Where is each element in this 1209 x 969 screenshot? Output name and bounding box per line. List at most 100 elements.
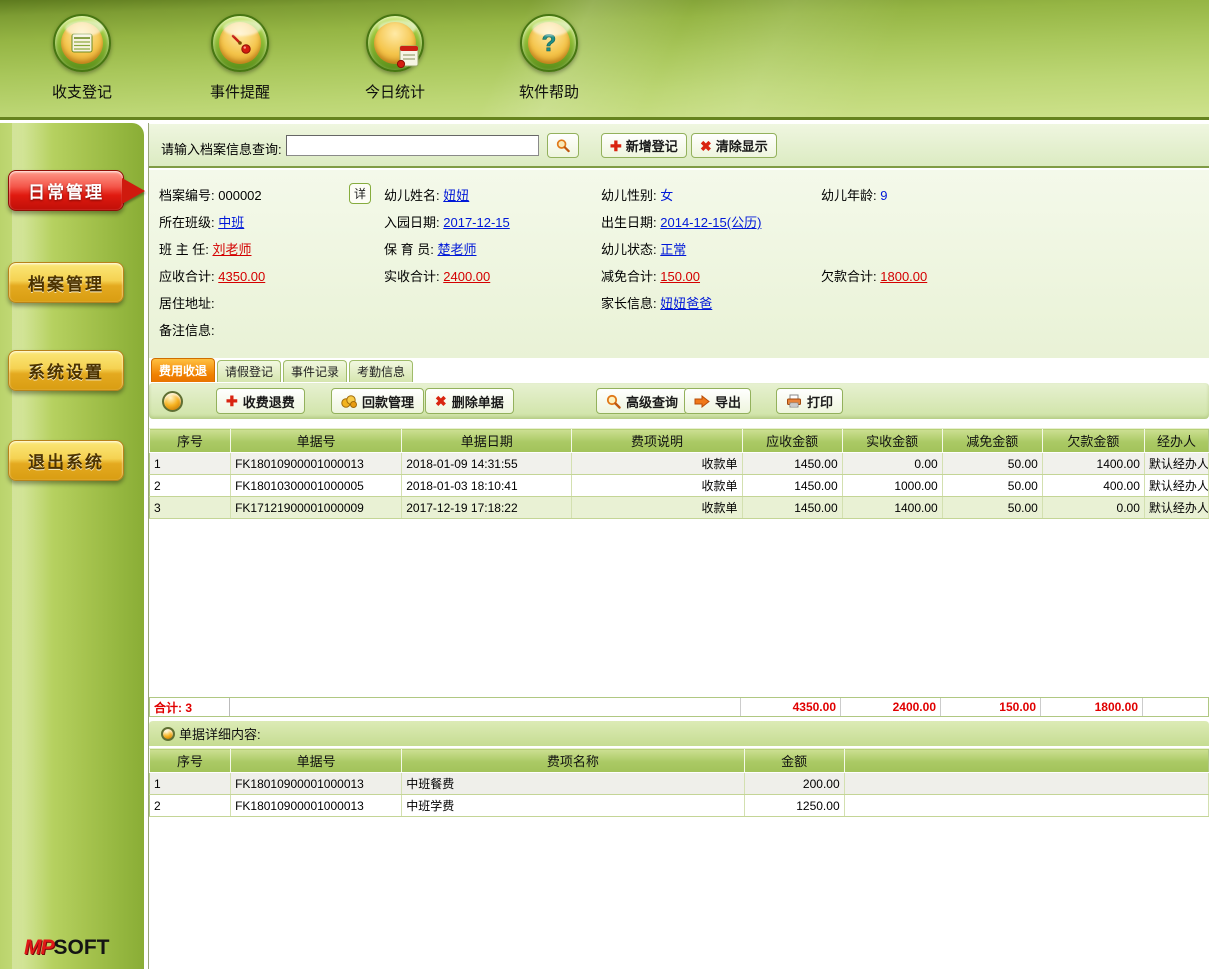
head-teacher-link[interactable]: 刘老师 [212,242,251,257]
gender-field: 幼儿性别: 女 [601,185,673,204]
top-banner: 收支登记 事件提醒 [0,0,1209,120]
sidebar-item-archive-management[interactable]: 档案管理 [8,262,124,303]
totals-row: 合计: 3 4350.00 2400.00 150.00 1800.00 [149,697,1209,717]
calendar-icon [366,14,424,72]
coins-icon [341,394,357,408]
sidebar-item-label: 档案管理 [28,270,104,295]
ledger-icon [70,33,94,53]
birth-date-link[interactable]: 2014-12-15(公历) [660,215,761,230]
total-debt: 1800.00 [1040,698,1142,716]
col-header-receipt-no[interactable]: 单据号 [231,429,402,453]
enroll-date-link[interactable]: 2017-12-15 [443,215,510,230]
delete-x-icon: ✖ [435,394,447,408]
head-teacher-field: 班 主 任: 刘老师 [159,239,251,258]
fee-table-header-row: 序号 单据号 单据日期 费项说明 应收金额 实收金额 减免金额 欠款金额 经办人 [150,429,1209,453]
tab-fee-records[interactable]: 费用收退 [151,358,215,382]
search-icon [606,394,621,409]
fee-table-row[interactable]: 1 FK18010900001000013 2018-01-09 14:31:5… [150,453,1209,475]
fee-table: 序号 单据号 单据日期 费项说明 应收金额 实收金额 减免金额 欠款金额 经办人… [149,428,1209,519]
receivable-total-field: 应收合计: 4350.00 [159,266,265,285]
parent-info-link[interactable]: 妞妞爸爸 [660,296,712,311]
calendar-icon [392,40,422,70]
search-label: 请输入档案信息查询: [161,139,282,158]
banner-item-event-reminder[interactable]: 事件提醒 [202,14,278,102]
age-field: 幼儿年龄: 9 [821,185,887,204]
payment-manage-button[interactable]: 回款管理 [331,388,424,414]
note-field: 备注信息: [159,320,215,339]
tab-attendance[interactable]: 考勤信息 [349,360,413,382]
nurse-link[interactable]: 楚老师 [437,242,476,257]
banner-item-label: 收支登记 [44,81,120,102]
col-header-index[interactable]: 序号 [150,429,231,453]
collapse-toggle-icon[interactable] [162,391,183,412]
col-header-waived[interactable]: 减免金额 [942,429,1042,453]
detail-button[interactable]: 详 [349,183,371,204]
help-icon: ? [537,29,561,57]
fee-table-row[interactable]: 3 FK17121900001000009 2017-12-19 17:18:2… [150,497,1209,519]
received-total-link[interactable]: 2400.00 [443,269,490,284]
archive-no-field: 档案编号: 000002 [159,185,262,204]
receivable-total-link[interactable]: 4350.00 [218,269,265,284]
banner-item-help[interactable]: ? 软件帮助 [511,14,587,102]
col-header-amount[interactable]: 金额 [744,749,844,773]
search-icon [556,138,570,153]
clear-display-button[interactable]: ✖ 清除显示 [691,133,777,158]
col-header-operator[interactable]: 经办人 [1144,429,1208,453]
new-register-button[interactable]: ✚ 新增登记 [601,133,687,158]
tab-leave-register[interactable]: 请假登记 [217,360,281,382]
detail-table-row[interactable]: 1 FK18010900001000013 中班餐费 200.00 [150,773,1209,795]
enroll-date-field: 入园日期: 2017-12-15 [384,212,510,231]
section-title: 单据详细内容: [179,724,261,743]
totals-count: 合计: 3 [150,698,230,716]
parent-info-field: 家长信息: 妞妞爸爸 [601,293,712,312]
banner-item-label: 软件帮助 [511,81,587,102]
received-total-field: 实收合计: 2400.00 [384,266,490,285]
col-header-received[interactable]: 实收金额 [842,429,942,453]
col-header-receipt-date[interactable]: 单据日期 [402,429,572,453]
help-icon: ? [520,14,578,72]
col-header-debt[interactable]: 欠款金额 [1042,429,1144,453]
advanced-query-button[interactable]: 高级查询 [596,388,688,414]
waived-total-link[interactable]: 150.00 [660,269,700,284]
child-profile-panel: 档案编号: 000002 详 幼儿姓名: 妞妞 幼儿性别: 女 幼儿年龄: 9 … [149,170,1209,358]
receipt-detail-table: 序号 单据号 费项名称 金额 1 FK18010900001000013 中班餐… [149,748,1209,817]
collapse-toggle-icon[interactable] [161,727,175,741]
col-header-index[interactable]: 序号 [150,749,231,773]
col-header-fee-name[interactable]: 费项名称 [402,749,744,773]
col-header-fee-desc[interactable]: 费项说明 [572,429,742,453]
plus-icon: ✚ [610,139,622,153]
fee-toolbar: ✚ 收费退费 回款管理 ✖ 删除单据 高级查询 导出 [149,382,1209,419]
col-header-receipt-no[interactable]: 单据号 [231,749,402,773]
total-receivable: 4350.00 [740,698,840,716]
debt-total-link[interactable]: 1800.00 [880,269,927,284]
plus-icon: ✚ [226,394,238,408]
child-name-field: 幼儿姓名: 妞妞 [384,185,469,204]
sidebar-item-daily-management[interactable]: 日常管理 [8,170,124,211]
banner-item-label: 今日统计 [357,81,433,102]
charge-refund-button[interactable]: ✚ 收费退费 [216,388,305,414]
detail-table-row[interactable]: 2 FK18010900001000013 中班学费 1250.00 [150,795,1209,817]
search-input[interactable] [286,135,539,156]
sidebar-item-system-settings[interactable]: 系统设置 [8,350,124,391]
alarm-icon [211,14,269,72]
tab-event-records[interactable]: 事件记录 [283,360,347,382]
sidebar-item-exit-system[interactable]: 退出系统 [8,440,124,481]
ledger-icon [53,14,111,72]
class-link[interactable]: 中班 [218,215,244,230]
fee-table-row[interactable]: 2 FK18010300001000005 2018-01-03 18:10:4… [150,475,1209,497]
col-header-receivable[interactable]: 应收金额 [742,429,842,453]
sidebar-item-label: 退出系统 [28,448,104,473]
export-button[interactable]: 导出 [684,388,751,414]
search-button[interactable] [547,133,579,158]
print-button[interactable]: 打印 [776,388,843,414]
delete-receipt-button[interactable]: ✖ 删除单据 [425,388,514,414]
child-name-link[interactable]: 妞妞 [443,188,469,203]
total-waived: 150.00 [940,698,1040,716]
banner-item-today-stats[interactable]: 今日统计 [357,14,433,102]
birth-date-field: 出生日期: 2014-12-15(公历) [601,212,761,231]
banner-item-income-register[interactable]: 收支登记 [44,14,120,102]
arrow-right-icon [694,395,710,408]
status-link[interactable]: 正常 [660,242,686,257]
address-field: 居住地址: [159,293,215,312]
waived-total-field: 减免合计: 150.00 [601,266,700,285]
